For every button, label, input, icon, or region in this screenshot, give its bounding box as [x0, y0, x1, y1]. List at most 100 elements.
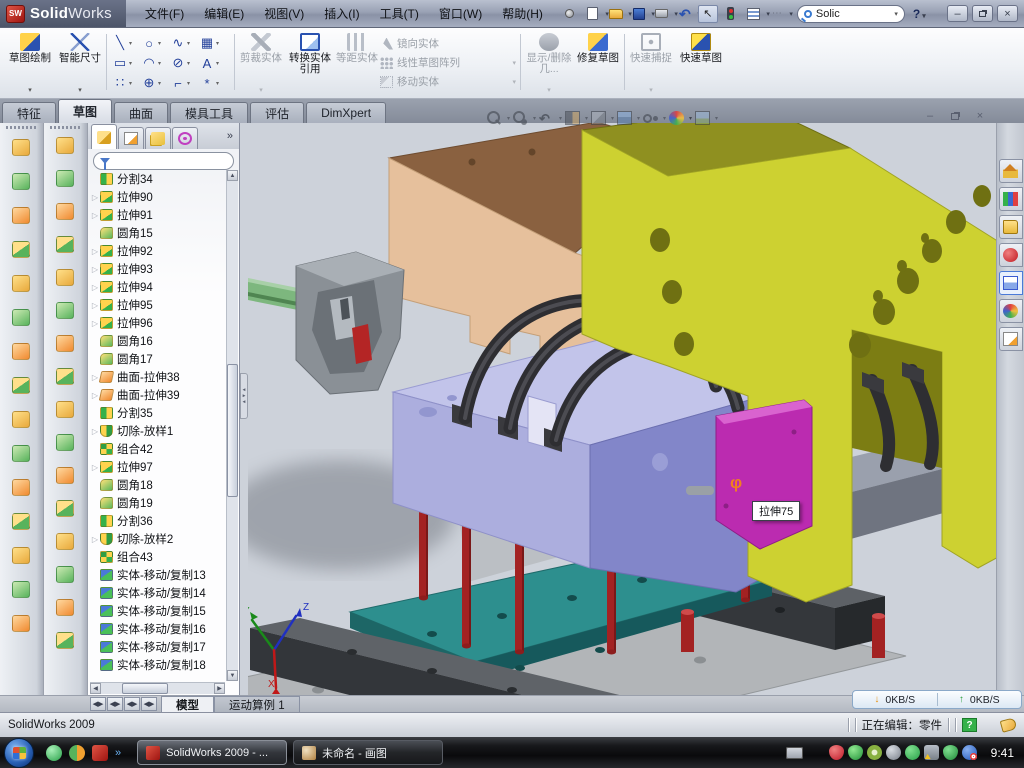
tree-item[interactable]: 圆角17 [90, 350, 225, 368]
tree-item[interactable]: 切除-放样2 [90, 530, 225, 548]
messenger-icon[interactable] [46, 745, 62, 761]
tree-item[interactable]: 实体-移动/复制15 [90, 602, 225, 620]
zoom-fit-icon[interactable]: ▾ [486, 110, 503, 126]
search-results-icon[interactable] [999, 243, 1023, 267]
status-help-icon[interactable]: ? [962, 718, 977, 732]
scroll-up-icon[interactable]: ▲ [227, 170, 238, 181]
tree-item[interactable]: 实体-移动/复制17 [90, 638, 225, 656]
bend-curve-icon[interactable] [53, 432, 79, 456]
view-palette-icon[interactable] [999, 271, 1023, 295]
menu-item[interactable]: 视图(V) [255, 2, 313, 25]
panel-overflow-chevron-icon[interactable]: » [227, 130, 233, 142]
media-player-icon[interactable] [69, 745, 85, 761]
doc-minimize-button[interactable]: – [920, 109, 940, 123]
slide-insert-gray[interactable] [248, 252, 404, 394]
select-arrow-icon[interactable]: ↖ [698, 5, 718, 23]
tree-item[interactable]: 组合42 [90, 440, 225, 458]
prev-tab-icon[interactable]: ◀▶ [107, 697, 123, 711]
section-view-icon[interactable]: ▾ [564, 110, 581, 126]
menu-item[interactable]: 编辑(E) [195, 2, 253, 25]
rectangle-icon[interactable]: ▭▾ [110, 53, 139, 73]
appearances-scenes-icon[interactable] [999, 299, 1023, 323]
scene-icon[interactable]: ▾ [694, 110, 711, 126]
expand-arrow-icon[interactable] [90, 265, 100, 274]
close-button[interactable]: × [997, 5, 1018, 22]
expand-arrow-icon[interactable] [90, 247, 100, 256]
scroll-right-icon[interactable]: ▶ [214, 683, 225, 694]
appearances-icon[interactable]: ▾ [668, 110, 685, 126]
sync-icon[interactable] [905, 745, 920, 760]
tree-filter-input[interactable] [93, 152, 234, 170]
solidworks-quicklaunch-icon[interactable] [92, 745, 108, 761]
wrap-icon[interactable] [9, 239, 35, 263]
more-chevron-icon[interactable]: » [115, 745, 121, 761]
trim-region-icon[interactable]: ▦▾ [197, 33, 226, 53]
slot-icon[interactable]: ∷▾ [110, 73, 139, 93]
expand-arrow-icon[interactable] [90, 283, 100, 292]
tree-item[interactable]: 曲面-拉伸39 [90, 386, 225, 404]
indent-icon[interactable] [53, 168, 79, 192]
expand-arrow-icon[interactable] [90, 463, 100, 472]
deform-icon[interactable] [53, 300, 79, 324]
circle-icon[interactable]: ○▾ [139, 33, 168, 53]
move-entities-button[interactable]: 移动实体▾ [380, 72, 516, 91]
sketch-button[interactable]: 草图绘制▾ [6, 31, 54, 94]
help-button[interactable]: ? [913, 7, 926, 21]
display-delete-relations-button[interactable]: 显示/删除几...▾ [526, 31, 572, 94]
options-list-icon[interactable] [744, 5, 764, 23]
rapid-sketch-button[interactable]: 快速草图 [678, 31, 724, 94]
menu-item[interactable]: 插入(I) [315, 2, 368, 25]
last-tab-icon[interactable]: ◀▶ [141, 697, 157, 711]
defender-plus-icon[interactable] [943, 745, 958, 760]
featuremanager-tree-tab[interactable] [91, 124, 117, 149]
convert-entities-button[interactable]: 转换实体引用 [286, 31, 334, 94]
document-tab[interactable]: 模型 [161, 696, 214, 712]
command-tab[interactable]: DimXpert [306, 102, 386, 123]
volume-icon[interactable] [886, 745, 901, 760]
expand-arrow-icon[interactable] [90, 193, 100, 202]
line-icon[interactable]: ╲▾ [110, 33, 139, 53]
dimxpertmanager-tab[interactable] [172, 127, 198, 149]
design-library-icon[interactable] [999, 187, 1023, 211]
antivirus-shield-icon[interactable] [829, 745, 844, 760]
sketch-text-icon[interactable]: A▾ [197, 53, 226, 73]
tree-item[interactable]: 拉伸90 [90, 188, 225, 206]
parting-surface-icon[interactable] [53, 531, 79, 555]
mirror-entities-button[interactable]: 镜向实体 [380, 34, 516, 53]
bend-icon[interactable] [53, 201, 79, 225]
command-tab[interactable]: 特征 [2, 102, 56, 123]
core-icon[interactable] [53, 597, 79, 621]
expand-arrow-icon[interactable] [90, 427, 100, 436]
move-copy-body-icon[interactable] [9, 511, 35, 535]
thicken-icon[interactable] [53, 399, 79, 423]
document-tab[interactable]: 运动算例 1 [214, 696, 300, 712]
split-body-icon[interactable] [9, 443, 35, 467]
new-document-icon[interactable] [583, 5, 603, 23]
expand-arrow-icon[interactable] [90, 211, 100, 220]
tree-item[interactable]: 实体-移动/复制18 [90, 656, 225, 674]
guide-pin-gray[interactable] [686, 486, 714, 495]
repair-sketch-button[interactable]: 修复草图 [576, 31, 620, 94]
tree-item[interactable]: 曲面-拉伸38 [90, 368, 225, 386]
custom-properties-icon[interactable] [999, 327, 1023, 351]
menu-item[interactable]: 工具(T) [371, 2, 428, 25]
draft-icon[interactable] [9, 307, 35, 331]
tree-item[interactable]: 圆角19 [90, 494, 225, 512]
pin-icon[interactable] [560, 5, 580, 23]
view-orientation-icon[interactable]: ▾ [590, 110, 607, 126]
extruded-boss-icon[interactable] [9, 137, 35, 161]
tooling-split-icon[interactable] [53, 564, 79, 588]
trim-entities-button[interactable]: 剪裁实体▾ [240, 31, 282, 94]
tree-item[interactable]: 实体-移动/复制16 [90, 620, 225, 638]
start-button[interactable] [4, 738, 34, 768]
tree-item[interactable]: 实体-移动/复制13 [90, 566, 225, 584]
tree-item[interactable]: 圆角15 [90, 224, 225, 242]
tree-item[interactable]: 拉伸94 [90, 278, 225, 296]
shut-off-surface-icon[interactable] [53, 498, 79, 522]
arc-icon[interactable]: ◠▾ [139, 53, 168, 73]
previous-view-icon[interactable]: ▾ [538, 110, 555, 126]
resources-home-icon[interactable] [999, 159, 1023, 183]
pattern-icon[interactable] [9, 375, 35, 399]
parting-line-icon[interactable] [53, 465, 79, 489]
tree-item[interactable]: 组合43 [90, 548, 225, 566]
